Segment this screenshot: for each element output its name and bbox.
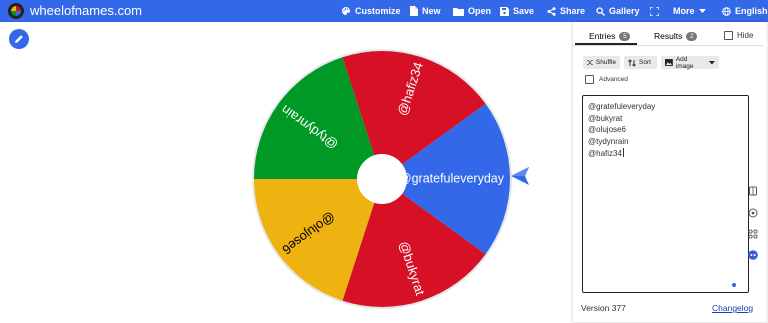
advanced-label: Advanced — [599, 76, 628, 83]
tab-results[interactable]: Results 2 — [654, 31, 698, 41]
brand-name[interactable]: wheelofnames.com — [30, 3, 142, 19]
wheel-pointer-icon — [511, 167, 529, 185]
nav-label: Customize — [355, 6, 401, 16]
shuffle-icon — [587, 60, 593, 65]
version-label: Version 377 — [581, 303, 626, 313]
wheel[interactable]: @gratefuleveryday@bukyrat@olujose6@tydyn… — [248, 48, 518, 311]
image-icon — [665, 59, 673, 66]
share-icon — [547, 6, 556, 16]
feedback-icon[interactable] — [748, 250, 758, 260]
palette-icon — [342, 7, 351, 15]
app-logo[interactable] — [8, 3, 24, 19]
grammarly-dot-icon[interactable] — [732, 283, 736, 287]
nav-gallery[interactable]: Gallery — [596, 0, 640, 22]
nav-share[interactable]: Share — [547, 0, 585, 22]
nav-open[interactable]: Open — [453, 0, 491, 22]
nav-save[interactable]: Save — [500, 0, 534, 22]
nav-customize[interactable]: Customize — [341, 0, 401, 22]
add-image-label: Add image — [675, 55, 694, 70]
pencil-icon — [15, 35, 23, 43]
entry-line: @bukyrat — [588, 113, 623, 123]
apps-icon[interactable] — [748, 229, 758, 239]
tab-results-label: Results — [654, 31, 683, 41]
text-cursor — [622, 147, 624, 157]
tab-entries[interactable]: Entries 5 — [589, 31, 631, 41]
shuffle-button[interactable]: Shuffle — [583, 56, 620, 69]
nav-label: Gallery — [609, 6, 640, 16]
advanced-toggle[interactable]: Advanced — [585, 75, 628, 84]
nav-label: More — [673, 6, 695, 16]
sort-button[interactable]: Sort — [624, 56, 657, 69]
nav-label: English — [735, 6, 768, 16]
panel-tabs: Entries 5 Results 2 Hide — [573, 27, 763, 46]
chevron-down-icon — [709, 60, 715, 64]
entry-line: @tydynrain — [588, 137, 629, 147]
entry-line: @hafiz34 — [588, 148, 622, 158]
hide-checkbox[interactable] — [724, 31, 733, 40]
entry-line: @olujose6 — [588, 125, 626, 135]
nav-new[interactable]: New — [409, 0, 441, 22]
nav-fullscreen[interactable] — [650, 0, 659, 22]
wheel-center-hub[interactable] — [357, 154, 407, 204]
add-image-button[interactable]: Add image — [661, 55, 719, 70]
logo-wheel-icon — [11, 6, 21, 16]
entry-line: @gratefuleveryday — [588, 102, 656, 111]
wheel-segment-label: @gratefuleveryday — [399, 171, 505, 185]
advanced-checkbox[interactable] — [585, 75, 594, 84]
nav-more[interactable]: More — [673, 0, 706, 22]
top-bar: wheelofnames.com Customize New Open Save… — [0, 0, 768, 22]
results-count-badge: 2 — [686, 31, 698, 41]
nav-label: Open — [468, 6, 492, 16]
entries-textarea[interactable]: @gratefuleveryday @bukyrat @olujose6 @ty… — [582, 95, 749, 293]
book-icon[interactable] — [748, 186, 758, 196]
sort-label: Sort — [639, 59, 651, 66]
tab-entries-label: Entries — [589, 31, 616, 41]
new-file-icon — [410, 6, 418, 16]
help-icon[interactable] — [748, 208, 758, 218]
search-icon — [596, 6, 605, 16]
nav-label: Share — [560, 6, 586, 16]
folder-icon — [453, 7, 464, 16]
hide-toggle[interactable]: Hide — [724, 31, 753, 40]
edit-button[interactable] — [9, 29, 29, 49]
sort-icon — [628, 58, 636, 67]
nav-label: New — [422, 6, 441, 16]
shuffle-label: Shuffle — [595, 59, 616, 66]
save-icon — [500, 6, 509, 16]
active-tab-indicator — [575, 43, 637, 45]
entries-panel: Entries 5 Results 2 Hide Shuffle Sort Ad… — [573, 27, 766, 321]
entries-count-badge: 5 — [619, 31, 631, 41]
chevron-down-icon — [698, 8, 706, 13]
globe-icon — [722, 6, 731, 16]
changelog-link[interactable]: Changelog — [712, 303, 753, 313]
nav-language[interactable]: English — [722, 0, 768, 22]
fullscreen-icon — [650, 6, 659, 16]
hide-label: Hide — [737, 31, 754, 40]
nav-label: Save — [513, 6, 535, 16]
